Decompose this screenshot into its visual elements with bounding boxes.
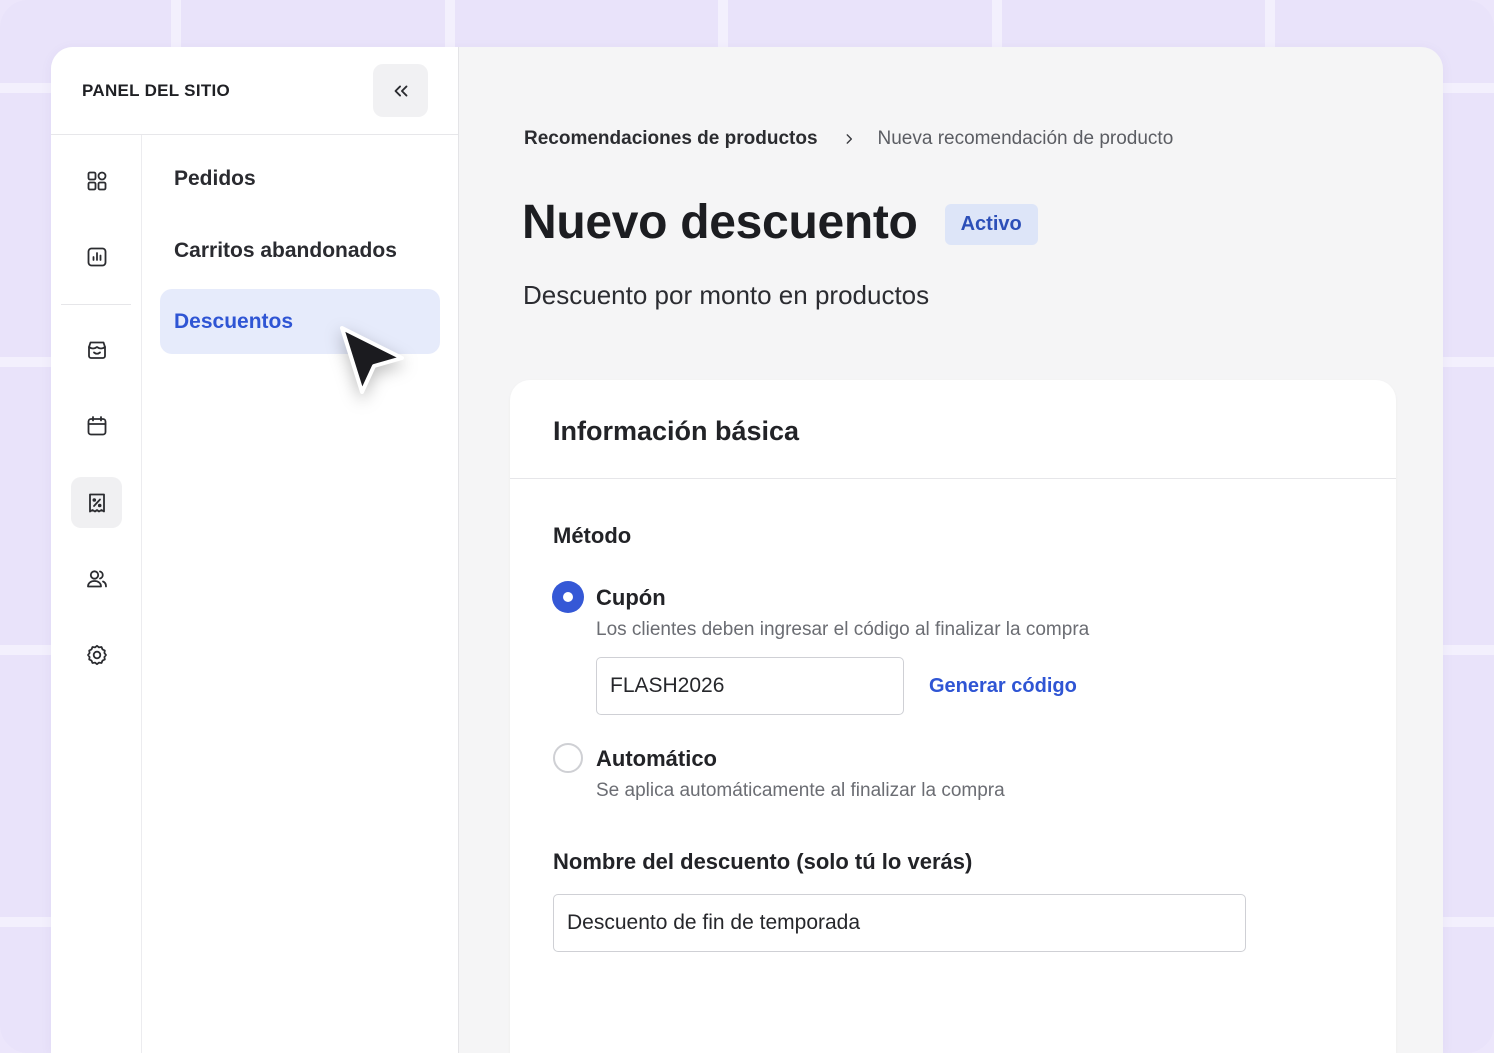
sidebar-title: PANEL DEL SITIO — [82, 80, 231, 100]
chevrons-left-icon — [394, 85, 407, 96]
page-subtitle: Descuento por monto en productos — [523, 280, 930, 310]
discount-icon — [88, 493, 105, 512]
rail-item-users[interactable] — [71, 553, 122, 604]
analytics-icon — [87, 247, 106, 266]
rail-item-analytics[interactable] — [71, 231, 122, 282]
icon-rail — [51, 135, 142, 1053]
card-title: Información básica — [553, 415, 800, 446]
coupon-radio[interactable] — [553, 582, 583, 612]
discount-name-label: Nombre del descuento (solo tú lo verás) — [553, 849, 973, 874]
page-title: Nuevo descuento — [522, 196, 918, 249]
automatic-radio[interactable] — [553, 743, 583, 773]
basic-info-card: Información básica Método Cupón Los clie… — [510, 380, 1396, 1053]
coupon-code-input[interactable] — [596, 657, 904, 715]
title-row: Nuevo descuento Activo — [522, 195, 1038, 250]
subnav-item-abandoned-carts[interactable]: Carritos abandonados — [160, 218, 440, 283]
coupon-description: Los clientes deben ingresar el código al… — [596, 619, 1090, 640]
rail-item-calendar[interactable] — [71, 400, 122, 451]
breadcrumb-parent-link[interactable]: Recomendaciones de productos — [524, 128, 818, 150]
subnav-item-label: Carritos abandonados — [174, 238, 397, 262]
mouse-pointer-icon — [340, 326, 404, 394]
subnav-item-orders[interactable]: Pedidos — [160, 146, 440, 211]
breadcrumb-current: Nueva recomendación de producto — [877, 128, 1174, 149]
rail-item-dashboard[interactable] — [71, 155, 122, 206]
coupon-label[interactable]: Cupón — [596, 585, 666, 611]
dashboard-icon — [87, 171, 106, 190]
method-label: Método — [553, 523, 632, 548]
settings-icon — [86, 644, 107, 665]
users-icon — [86, 569, 107, 587]
collapse-sidebar-button[interactable] — [373, 64, 428, 117]
automatic-label[interactable]: Automático — [596, 746, 717, 772]
subnav-item-label: Pedidos — [174, 166, 256, 190]
rail-divider — [61, 304, 131, 305]
calendar-icon — [87, 415, 106, 435]
sidebar-header: PANEL DEL SITIO — [51, 47, 458, 135]
discount-name-input[interactable] — [553, 894, 1246, 952]
automatic-description: Se aplica automáticamente al finalizar l… — [596, 780, 1005, 801]
subnav-item-label: Descuentos — [174, 309, 294, 333]
chevron-right-icon — [842, 132, 856, 146]
sub-navigation: Pedidos Carritos abandonados Descuentos — [142, 135, 458, 1053]
sidebar: PANEL DEL SITIO Pedidos Carritos abandon… — [51, 47, 459, 1053]
background-frame: PANEL DEL SITIO Pedidos Carritos abandon… — [0, 0, 1494, 1053]
status-badge: Activo — [944, 204, 1038, 245]
rail-item-settings[interactable] — [71, 629, 122, 680]
breadcrumb: Recomendaciones de productos Nueva recom… — [524, 128, 1173, 150]
main-content: Recomendaciones de productos Nueva recom… — [459, 47, 1443, 1053]
rail-item-store[interactable] — [71, 324, 122, 375]
generate-code-link[interactable]: Generar código — [929, 675, 1077, 698]
app-window: PANEL DEL SITIO Pedidos Carritos abandon… — [51, 47, 1443, 1053]
rail-item-discounts[interactable] — [71, 477, 122, 528]
card-header: Información básica — [510, 380, 1396, 479]
store-icon — [87, 341, 106, 359]
